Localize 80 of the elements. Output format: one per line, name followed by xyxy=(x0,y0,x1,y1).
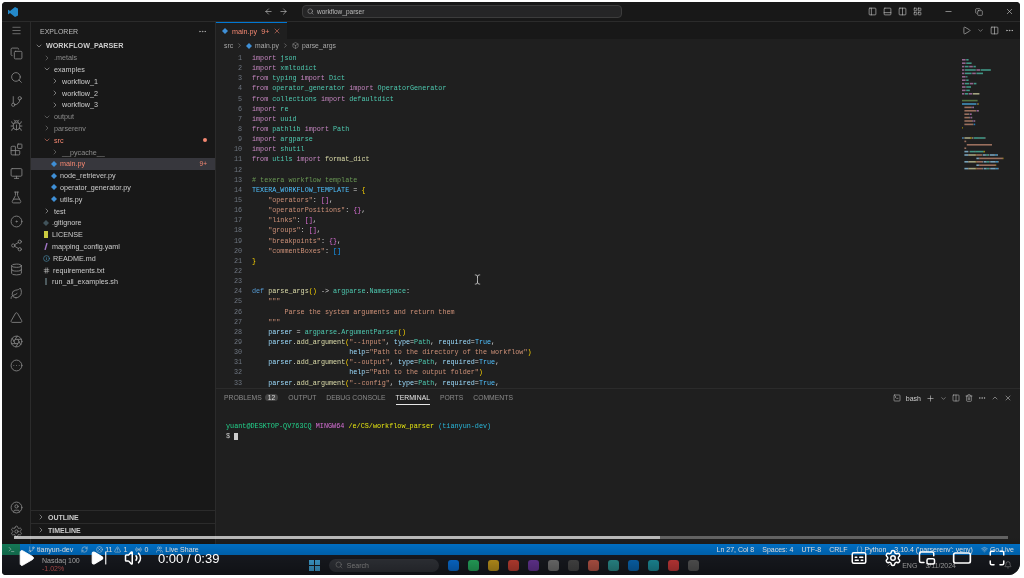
search-icon xyxy=(334,561,343,569)
info-file-icon xyxy=(43,254,50,262)
app-icon[interactable] xyxy=(507,559,519,571)
warning-icon xyxy=(114,546,122,553)
panel-left-icon[interactable] xyxy=(868,7,877,16)
radio-icon xyxy=(135,546,143,553)
split-icon[interactable] xyxy=(952,394,960,402)
app-icon[interactable] xyxy=(487,559,499,571)
logo-icon xyxy=(8,6,18,17)
close-icon[interactable] xyxy=(273,27,282,35)
next-icon[interactable] xyxy=(90,549,108,567)
menu-icon[interactable] xyxy=(10,25,22,36)
panel-right-icon[interactable] xyxy=(898,7,907,16)
search-icon xyxy=(307,8,314,15)
close-icon[interactable] xyxy=(1004,394,1012,402)
flask-icon[interactable] xyxy=(9,191,23,204)
text-cursor-icon xyxy=(472,274,483,285)
git-file-icon xyxy=(43,219,49,226)
ellipsis-circle-icon[interactable] xyxy=(9,359,23,372)
bell-icon[interactable] xyxy=(1004,561,1012,569)
users-icon xyxy=(156,546,164,553)
braces-icon xyxy=(855,546,863,553)
more-icon[interactable] xyxy=(978,394,986,402)
aperture-icon[interactable] xyxy=(9,335,23,348)
broadcast-icon xyxy=(980,546,988,553)
chevron-right-icon xyxy=(43,207,51,216)
more-icon[interactable] xyxy=(1005,26,1014,35)
panel-bottom-icon[interactable] xyxy=(883,7,892,16)
remote-icon xyxy=(7,546,15,553)
branch-icon xyxy=(28,546,35,553)
text-file-icon xyxy=(43,266,50,274)
triangle-icon[interactable] xyxy=(9,311,23,324)
trash-icon[interactable] xyxy=(965,394,973,402)
volume-icon[interactable] xyxy=(124,549,142,567)
chevron-right-icon xyxy=(43,124,51,133)
search-icon[interactable] xyxy=(9,71,23,84)
windows-logo-icon[interactable] xyxy=(308,559,320,571)
license-file-icon xyxy=(43,231,49,239)
python-file-icon xyxy=(222,28,228,34)
share-icon[interactable] xyxy=(9,239,23,252)
extensions-icon[interactable] xyxy=(9,143,23,156)
source-control-icon[interactable] xyxy=(9,95,23,108)
forward-arrow-icon[interactable] xyxy=(279,7,288,16)
terminal-icon xyxy=(892,394,901,402)
app-icon[interactable] xyxy=(587,559,599,571)
python-file-icon xyxy=(246,42,253,49)
problem-dot xyxy=(203,138,207,143)
add-icon[interactable] xyxy=(926,393,935,403)
chevron-down-icon[interactable] xyxy=(940,394,947,402)
split-editor-icon[interactable] xyxy=(990,26,999,35)
app-icon[interactable] xyxy=(627,559,639,571)
files-icon[interactable] xyxy=(9,47,23,60)
yaml-file-icon xyxy=(43,242,49,250)
restore-icon[interactable] xyxy=(975,7,983,16)
monitor-icon[interactable] xyxy=(9,167,23,180)
error-icon xyxy=(96,546,104,553)
account-icon[interactable] xyxy=(9,501,23,514)
app-icon[interactable] xyxy=(607,559,619,571)
run-debug-icon[interactable] xyxy=(9,119,23,132)
database-icon[interactable] xyxy=(9,263,23,276)
chevron-right-icon xyxy=(281,42,289,49)
sync-icon[interactable] xyxy=(81,546,89,553)
close-icon[interactable] xyxy=(1005,7,1014,16)
chevron-right-icon xyxy=(43,53,51,62)
chevron-right-icon xyxy=(236,42,244,49)
app-icon[interactable] xyxy=(447,559,459,571)
back-arrow-icon[interactable] xyxy=(264,7,273,16)
leaf-icon[interactable] xyxy=(9,287,23,300)
settings-icon[interactable] xyxy=(9,525,23,538)
run-icon[interactable] xyxy=(962,26,971,35)
layout-icon[interactable] xyxy=(913,7,922,16)
chevron-right-icon xyxy=(51,148,59,157)
app-icon[interactable] xyxy=(667,559,679,571)
app-icon[interactable] xyxy=(547,559,559,571)
chevron-down-icon[interactable] xyxy=(977,27,984,34)
circle-icon[interactable] xyxy=(9,215,23,228)
app-icon[interactable] xyxy=(467,559,479,571)
app-icon[interactable] xyxy=(647,559,659,571)
terminal-cursor xyxy=(234,432,239,440)
maximize-panel-icon[interactable] xyxy=(991,394,999,402)
